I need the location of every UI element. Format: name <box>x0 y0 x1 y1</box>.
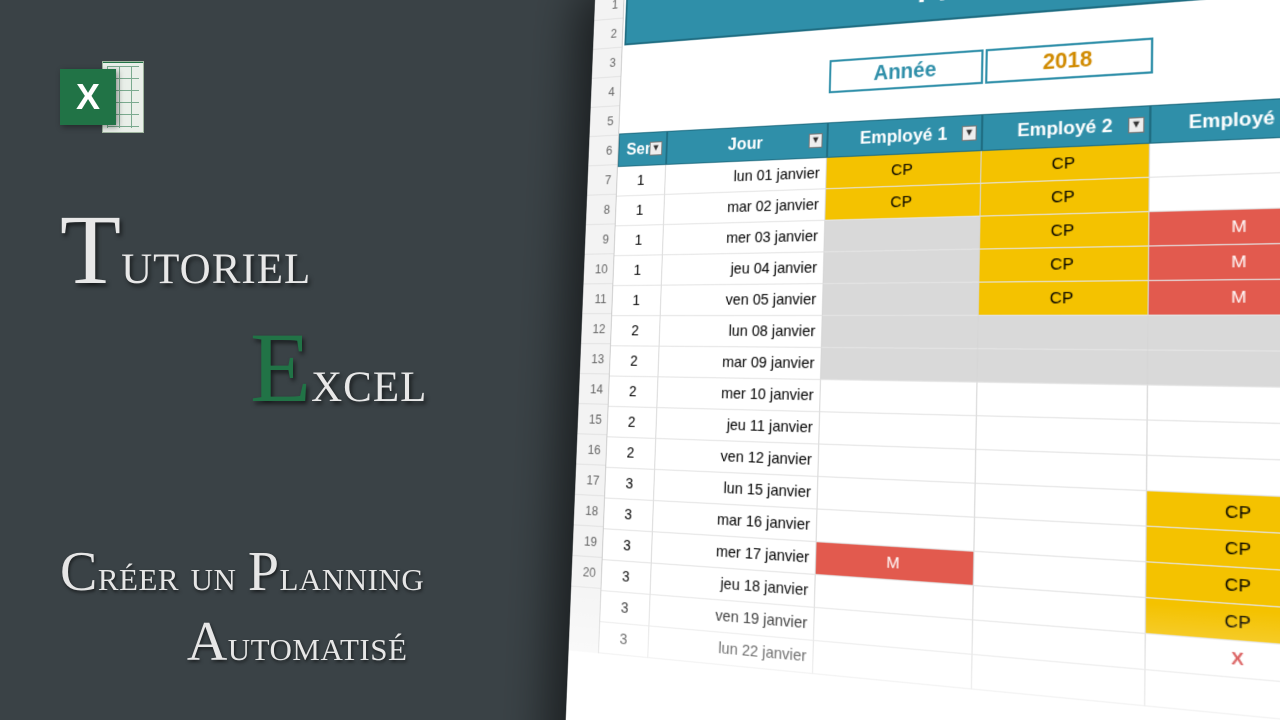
row-number[interactable]: 3 <box>592 48 622 79</box>
row-number[interactable]: 16 <box>576 434 606 466</box>
cell[interactable] <box>1148 351 1280 389</box>
cell[interactable]: mer 10 janvier <box>657 377 821 412</box>
cell[interactable]: 3 <box>599 622 649 658</box>
cell[interactable] <box>1148 316 1280 352</box>
row-number[interactable]: 18 <box>574 495 604 527</box>
cell[interactable]: CP <box>825 184 981 221</box>
row-number[interactable]: 12 <box>581 314 611 344</box>
cell[interactable]: M <box>1149 243 1280 281</box>
row-number[interactable]: 13 <box>580 344 610 374</box>
cell[interactable]: 2 <box>609 377 659 409</box>
cell[interactable]: mar 09 janvier <box>658 347 821 380</box>
cell[interactable]: mar 02 janvier <box>664 189 826 225</box>
cell[interactable]: jeu 04 janvier <box>662 252 825 285</box>
cell[interactable]: 1 <box>616 195 665 226</box>
cell[interactable]: 1 <box>614 225 663 256</box>
row-number[interactable]: 15 <box>577 404 607 435</box>
filter-dropdown-icon[interactable]: ▾ <box>962 125 977 141</box>
cell[interactable] <box>1148 386 1280 426</box>
cell[interactable]: 3 <box>600 591 650 626</box>
row-number[interactable]: 14 <box>579 374 609 405</box>
row-number[interactable]: 10 <box>583 254 613 284</box>
row-number[interactable]: 6 <box>588 136 618 167</box>
subtitle: Créer un Planning Automatisé <box>60 540 424 674</box>
cell[interactable]: 2 <box>607 407 657 439</box>
row-number[interactable]: 7 <box>587 165 617 196</box>
cell[interactable]: 1 <box>613 255 663 286</box>
cell[interactable]: 2 <box>606 437 656 470</box>
cell[interactable]: CP <box>979 281 1149 316</box>
cell[interactable] <box>820 380 977 416</box>
cell[interactable]: 3 <box>605 468 655 501</box>
row-number[interactable]: 2 <box>593 19 623 50</box>
cell[interactable] <box>823 283 980 316</box>
cell[interactable] <box>978 316 1148 351</box>
cell[interactable]: 2 <box>611 316 661 347</box>
row-number[interactable]: 8 <box>586 195 616 225</box>
cell[interactable]: lun 08 janvier <box>659 316 822 348</box>
row-number[interactable]: 11 <box>582 284 612 314</box>
cell[interactable] <box>822 316 979 349</box>
cell[interactable]: 3 <box>601 560 651 595</box>
spreadsheet-preview: A B C D E 123456789101112131415161718192… <box>580 0 1280 720</box>
cell[interactable] <box>978 349 1149 385</box>
main-title: Tutoriel Excel <box>60 200 427 418</box>
cell[interactable]: 3 <box>603 529 653 563</box>
table-header-sem[interactable]: Sem▾ <box>618 131 667 167</box>
title-word2-rest: xcel <box>311 347 427 415</box>
row-number[interactable]: 9 <box>585 224 615 254</box>
row-number[interactable]: 17 <box>575 465 605 497</box>
title-panel: X Tutoriel Excel Créer un Planning Autom… <box>0 0 640 720</box>
table-header-emp1[interactable]: Employé 1▾ <box>827 114 982 158</box>
table-header-emp2[interactable]: Employé 2▾ <box>982 105 1151 151</box>
title-word2-initial: E <box>250 312 311 423</box>
cell[interactable] <box>821 348 978 383</box>
cell[interactable]: 1 <box>612 286 662 316</box>
cell[interactable]: 2 <box>610 346 660 377</box>
filter-dropdown-icon[interactable]: ▾ <box>1128 117 1144 134</box>
cell[interactable]: mer 03 janvier <box>663 221 825 256</box>
table-header-jour[interactable]: Jour▾ <box>666 122 828 164</box>
cell[interactable] <box>824 250 980 285</box>
filter-dropdown-icon[interactable]: ▾ <box>809 133 823 148</box>
cell[interactable]: M <box>1149 207 1280 246</box>
title-word1-initial: T <box>60 194 121 305</box>
cell[interactable] <box>977 383 1148 421</box>
row-number[interactable]: 4 <box>591 77 621 108</box>
row-number[interactable]: 19 <box>572 525 603 558</box>
cell[interactable] <box>819 412 977 450</box>
excel-icon-letter: X <box>76 76 100 118</box>
filter-dropdown-icon[interactable]: ▾ <box>649 141 662 156</box>
cell[interactable] <box>824 217 980 253</box>
row-number[interactable]: 20 <box>571 556 602 589</box>
cell[interactable]: 3 <box>604 498 654 532</box>
excel-icon: X <box>60 55 144 139</box>
cell[interactable]: CP <box>981 178 1150 217</box>
row-number[interactable]: 5 <box>589 106 619 137</box>
cell[interactable] <box>1150 171 1280 212</box>
cell[interactable]: ven 05 janvier <box>661 284 824 316</box>
cell[interactable]: 1 <box>617 165 666 197</box>
title-word1-rest: utoriel <box>121 229 311 297</box>
cell[interactable]: CP <box>979 247 1149 283</box>
cell[interactable]: CP <box>980 212 1150 249</box>
cell[interactable]: M <box>1149 279 1280 315</box>
